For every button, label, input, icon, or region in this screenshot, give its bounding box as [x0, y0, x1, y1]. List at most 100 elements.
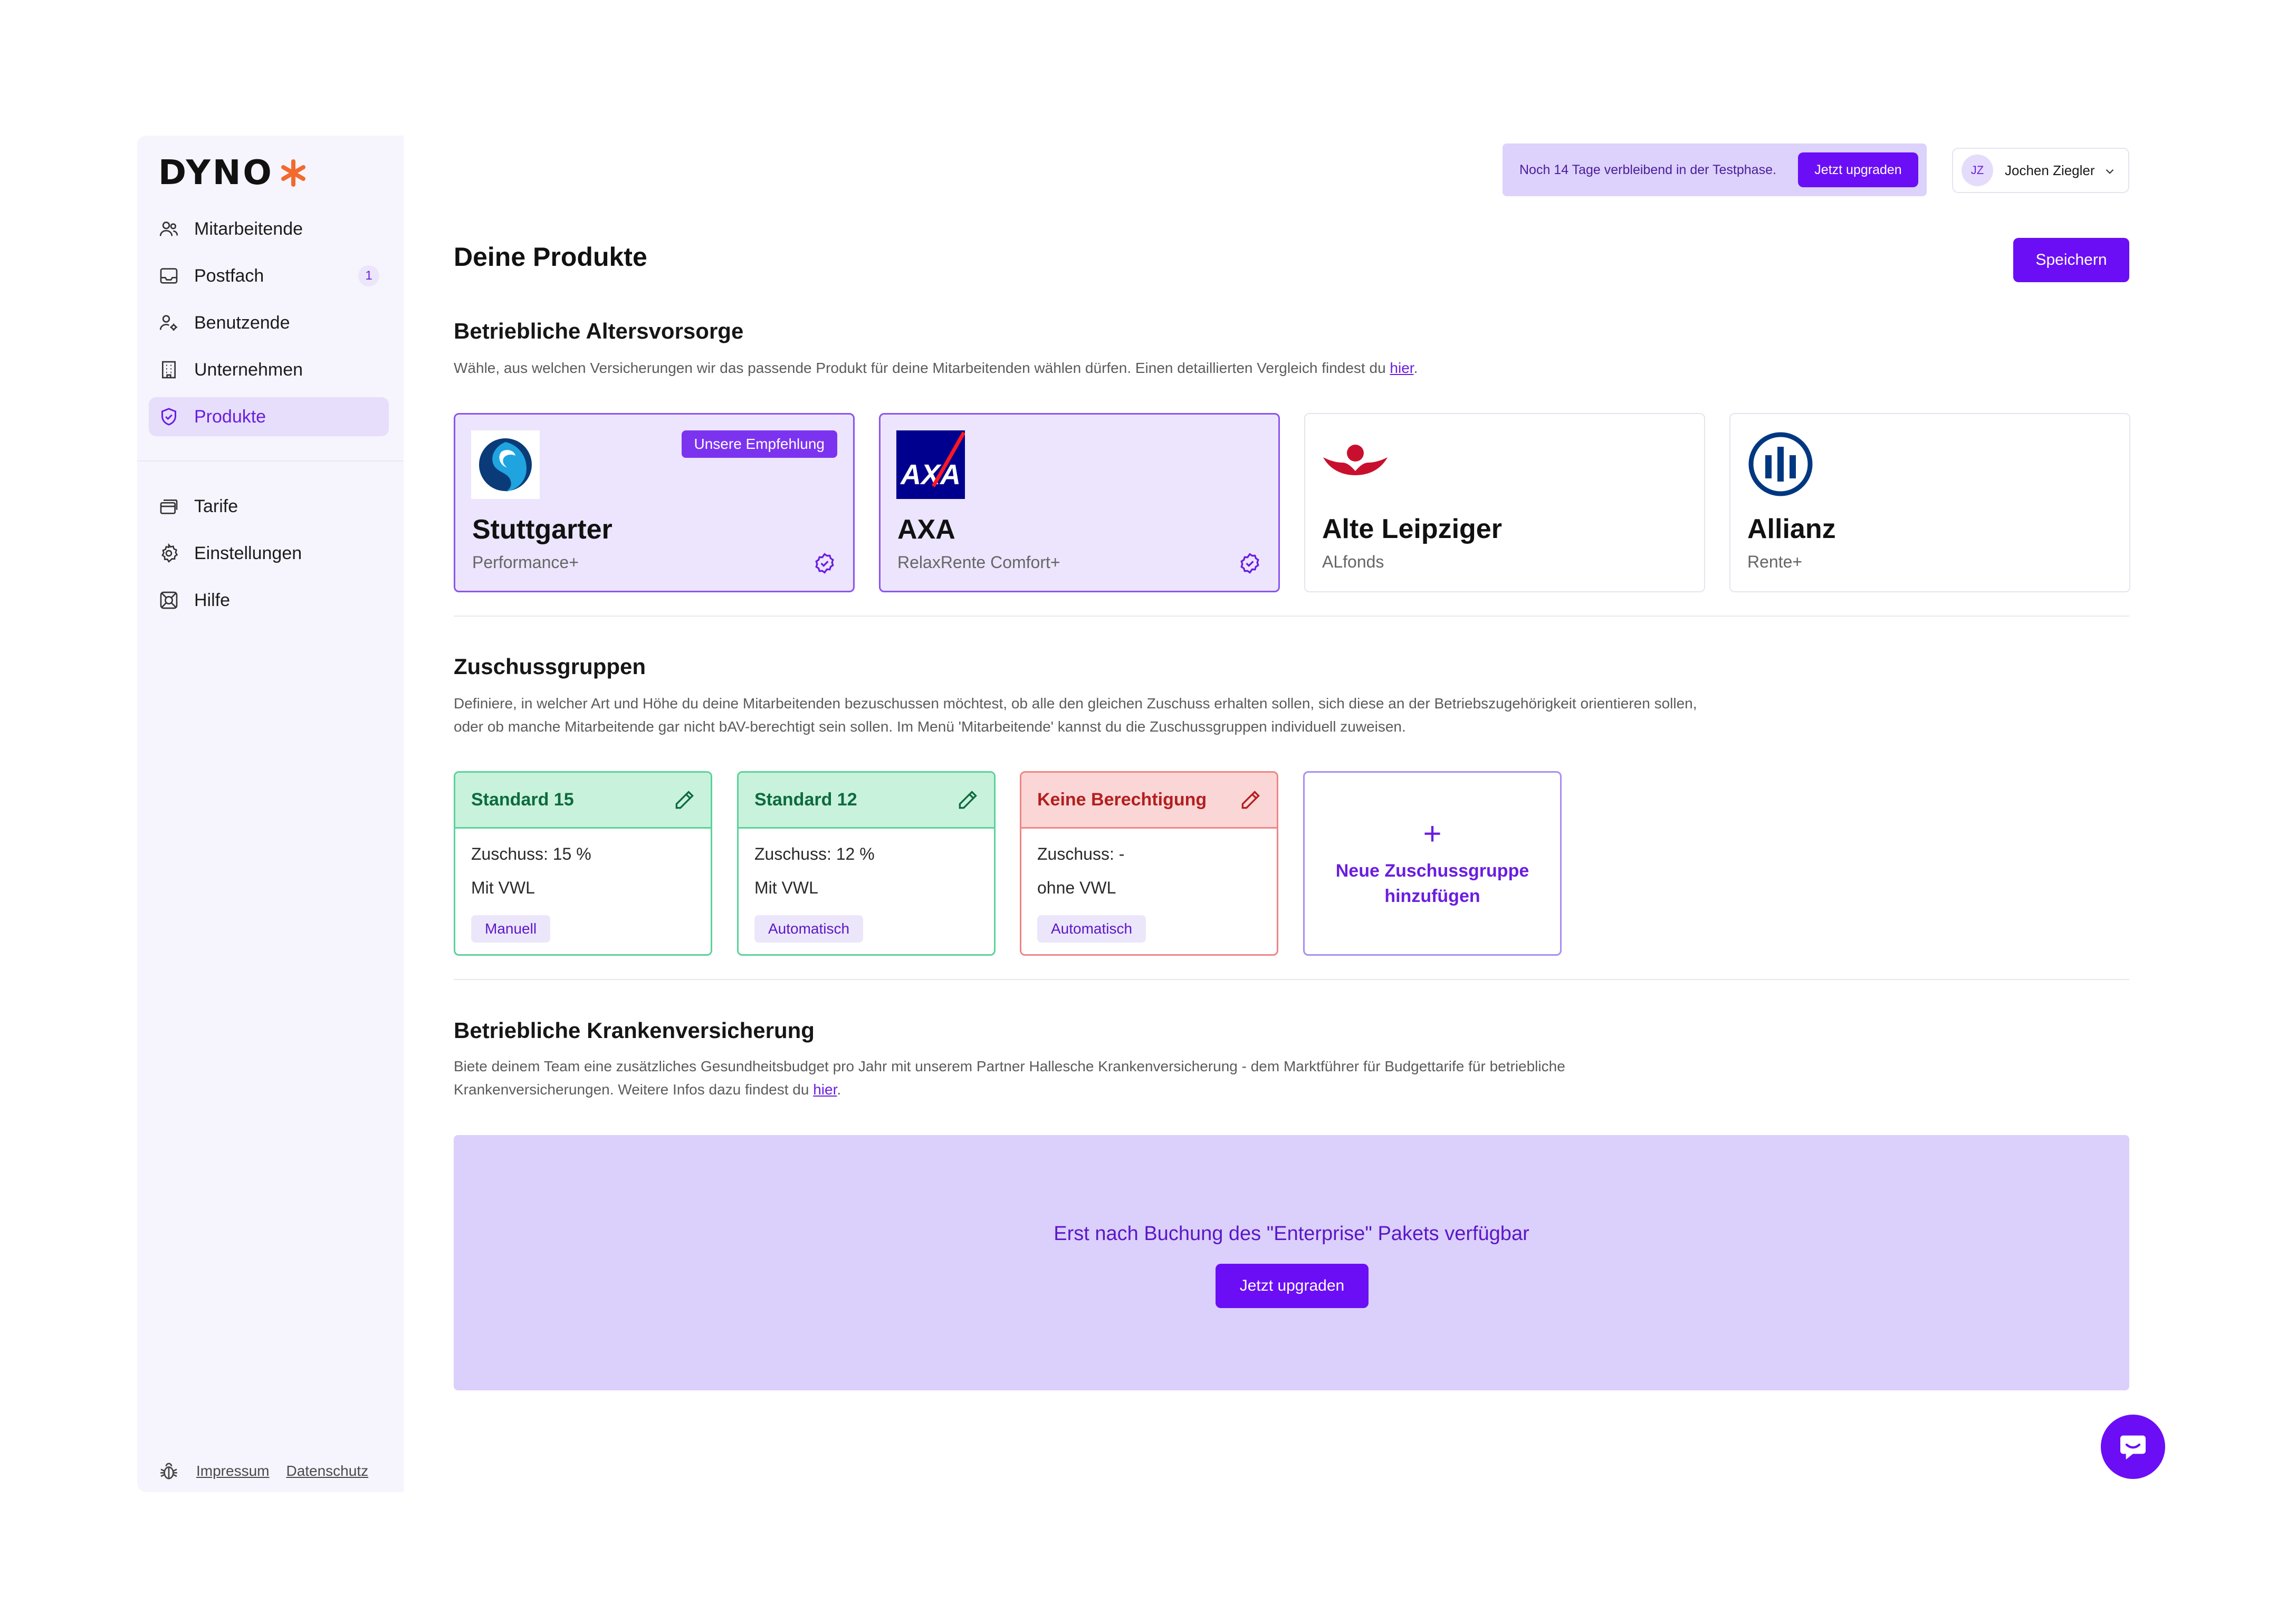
sidebar-item-unternehmen[interactable]: Unternehmen — [149, 350, 389, 389]
zuschuss-card-standard-12[interactable]: Standard 12 Zuschuss: 12 % Mit VWL Autom… — [737, 771, 996, 956]
zuschuss-card-header: Standard 12 — [739, 773, 994, 829]
product-card-axa[interactable]: AXA AXA RelaxRente Comfort+ — [879, 413, 1280, 592]
main-nav: Mitarbeitende Postfach 1 Benutzende Unte… — [149, 209, 389, 444]
product-card-alte-leipziger[interactable]: Alte Leipziger ALfonds — [1304, 413, 1705, 592]
avatar: JZ — [1962, 155, 1993, 186]
product-tariff: ALfonds — [1322, 552, 1384, 571]
chat-launcher-button[interactable] — [2101, 1415, 2165, 1479]
zuschuss-amount: Zuschuss: 15 % — [471, 844, 591, 863]
assignment-tag: Automatisch — [754, 915, 864, 943]
zuschuss-amount: Zuschuss: 12 % — [754, 844, 875, 863]
alte-leipziger-logo — [1323, 445, 1388, 475]
zuschuss-card-header: Standard 15 — [455, 773, 711, 829]
assignment-tag: Automatisch — [1037, 915, 1146, 943]
sidebar-item-hilfe[interactable]: Hilfe — [149, 581, 389, 620]
logo-text: DYNO — [158, 153, 274, 193]
user-menu[interactable]: JZ Jochen Ziegler — [1952, 148, 2129, 193]
save-button[interactable]: Speichern — [2013, 238, 2129, 282]
pencil-icon[interactable] — [956, 789, 979, 812]
dyno-logo[interactable]: DYNO — [158, 153, 308, 193]
bav-comparison-link[interactable]: hier — [1390, 360, 1413, 376]
nav-divider — [137, 460, 404, 462]
gear-icon — [161, 543, 178, 563]
sidebar: DYNO Mitarbeitende Postfach 1 Benutzende… — [137, 136, 404, 1492]
chevron-down-icon — [2106, 169, 2114, 174]
bkv-section-title: Betriebliche Krankenversicherung — [454, 1018, 815, 1043]
sidebar-item-einstellungen[interactable]: Einstellungen — [149, 534, 389, 573]
section-divider — [454, 616, 2129, 617]
section-divider — [454, 979, 2129, 980]
product-card-stuttgarter[interactable]: Unsere Empfehlung Stuttgarter Performanc… — [454, 413, 855, 592]
sidebar-item-postfach[interactable]: Postfach 1 — [149, 256, 389, 295]
enterprise-upgrade-button[interactable]: Jetzt upgraden — [1216, 1264, 1369, 1308]
zuschuss-group-name: Standard 12 — [754, 790, 857, 810]
product-name: Alte Leipziger — [1322, 514, 1502, 544]
bkv-info-link[interactable]: hier — [813, 1081, 837, 1098]
zuschuss-group-name: Standard 15 — [471, 790, 574, 810]
verified-check-icon — [1240, 553, 1259, 574]
zuschuss-vwl: ohne VWL — [1037, 878, 1116, 897]
zuschuss-vwl: Mit VWL — [754, 878, 818, 897]
bkv-desc-end: . — [837, 1081, 841, 1098]
zuschuss-vwl: Mit VWL — [471, 878, 535, 897]
datenschutz-link[interactable]: Datenschutz — [286, 1463, 368, 1480]
zuschuss-section-title: Zuschussgruppen — [454, 654, 646, 679]
lifebuoy-icon — [160, 591, 178, 609]
sidebar-item-label: Mitarbeitende — [194, 218, 303, 239]
sidebar-item-label: Produkte — [194, 406, 266, 427]
pencil-icon[interactable] — [673, 789, 696, 812]
product-card-allianz[interactable]: Allianz Rente+ — [1729, 413, 2130, 592]
impressum-link[interactable]: Impressum — [196, 1463, 269, 1480]
axa-logo-text: AXA — [900, 459, 961, 491]
trial-banner: Noch 14 Tage verbleibend in der Testphas… — [1503, 143, 1927, 196]
zuschuss-card-standard-15[interactable]: Standard 15 Zuschuss: 15 % Mit VWL Manue… — [454, 771, 712, 956]
sidebar-item-label: Tarife — [194, 496, 238, 516]
enterprise-locked-panel: Erst nach Buchung des "Enterprise" Paket… — [454, 1135, 2129, 1390]
product-tariff: RelaxRente Comfort+ — [897, 553, 1060, 572]
building-icon — [162, 361, 176, 379]
page-title: Deine Produkte — [454, 242, 647, 272]
zuschuss-amount: Zuschuss: - — [1037, 844, 1125, 863]
bav-desc-end: . — [1413, 360, 1418, 376]
users-icon — [159, 222, 178, 236]
zuschuss-card-keine-berechtigung[interactable]: Keine Berechtigung Zuschuss: - ohne VWL … — [1020, 771, 1278, 956]
axa-logo: AXA — [896, 430, 965, 499]
unread-badge: 1 — [358, 265, 379, 286]
zuschuss-card-header: Keine Berechtigung — [1021, 773, 1277, 829]
bkv-description: Biete deinem Team eine zusätzliches Gesu… — [454, 1055, 1720, 1101]
shield-icon — [161, 408, 176, 426]
inbox-icon — [160, 268, 178, 284]
sidebar-item-benutzende[interactable]: Benutzende — [149, 303, 389, 342]
zuschuss-description: Definiere, in welcher Art und Höhe du de… — [454, 695, 1697, 735]
product-tariff: Rente+ — [1747, 552, 1803, 571]
allianz-logo — [1748, 432, 1813, 496]
sidebar-item-label: Postfach — [194, 265, 264, 286]
sidebar-item-label: Hilfe — [194, 590, 231, 610]
add-zuschussgruppe-label: Neue Zuschussgruppe hinzufügen — [1335, 861, 1529, 906]
assignment-tag: Manuell — [471, 915, 551, 943]
enterprise-notice: Erst nach Buchung des "Enterprise" Paket… — [1054, 1223, 1529, 1245]
bav-desc-text: Wähle, aus welchen Versicherungen wir da… — [454, 360, 1390, 376]
bav-description: Wähle, aus welchen Versicherungen wir da… — [454, 357, 1709, 380]
product-name: Stuttgarter — [472, 514, 613, 545]
bug-icon[interactable] — [158, 1461, 179, 1482]
asterisk-logo-icon — [281, 159, 305, 187]
sidebar-item-tarife[interactable]: Tarife — [149, 487, 389, 526]
trial-upgrade-button[interactable]: Jetzt upgraden — [1798, 152, 1918, 187]
stuttgarter-logo — [471, 430, 540, 499]
sidebar-item-label: Einstellungen — [194, 543, 302, 563]
zuschuss-group-name: Keine Berechtigung — [1037, 790, 1207, 810]
user-name: Jochen Ziegler — [2005, 162, 2095, 178]
secondary-nav: Tarife Einstellungen Hilfe — [149, 487, 389, 628]
sidebar-footer: Impressum Datenschutz — [158, 1461, 385, 1482]
sidebar-item-produkte[interactable]: Produkte — [149, 397, 389, 436]
chat-icon — [2120, 1435, 2146, 1459]
add-zuschussgruppe-button[interactable]: + Neue Zuschussgruppe hinzufügen — [1303, 771, 1562, 956]
bkv-desc-text: Biete deinem Team eine zusätzliches Gesu… — [454, 1058, 1565, 1098]
sidebar-item-label: Benutzende — [194, 312, 290, 333]
bav-section-title: Betriebliche Altersvorsorge — [454, 319, 744, 343]
product-name: Allianz — [1747, 514, 1836, 544]
sidebar-item-mitarbeitende[interactable]: Mitarbeitende — [149, 209, 389, 248]
pencil-icon[interactable] — [1239, 789, 1262, 812]
product-tariff: Performance+ — [472, 553, 579, 572]
